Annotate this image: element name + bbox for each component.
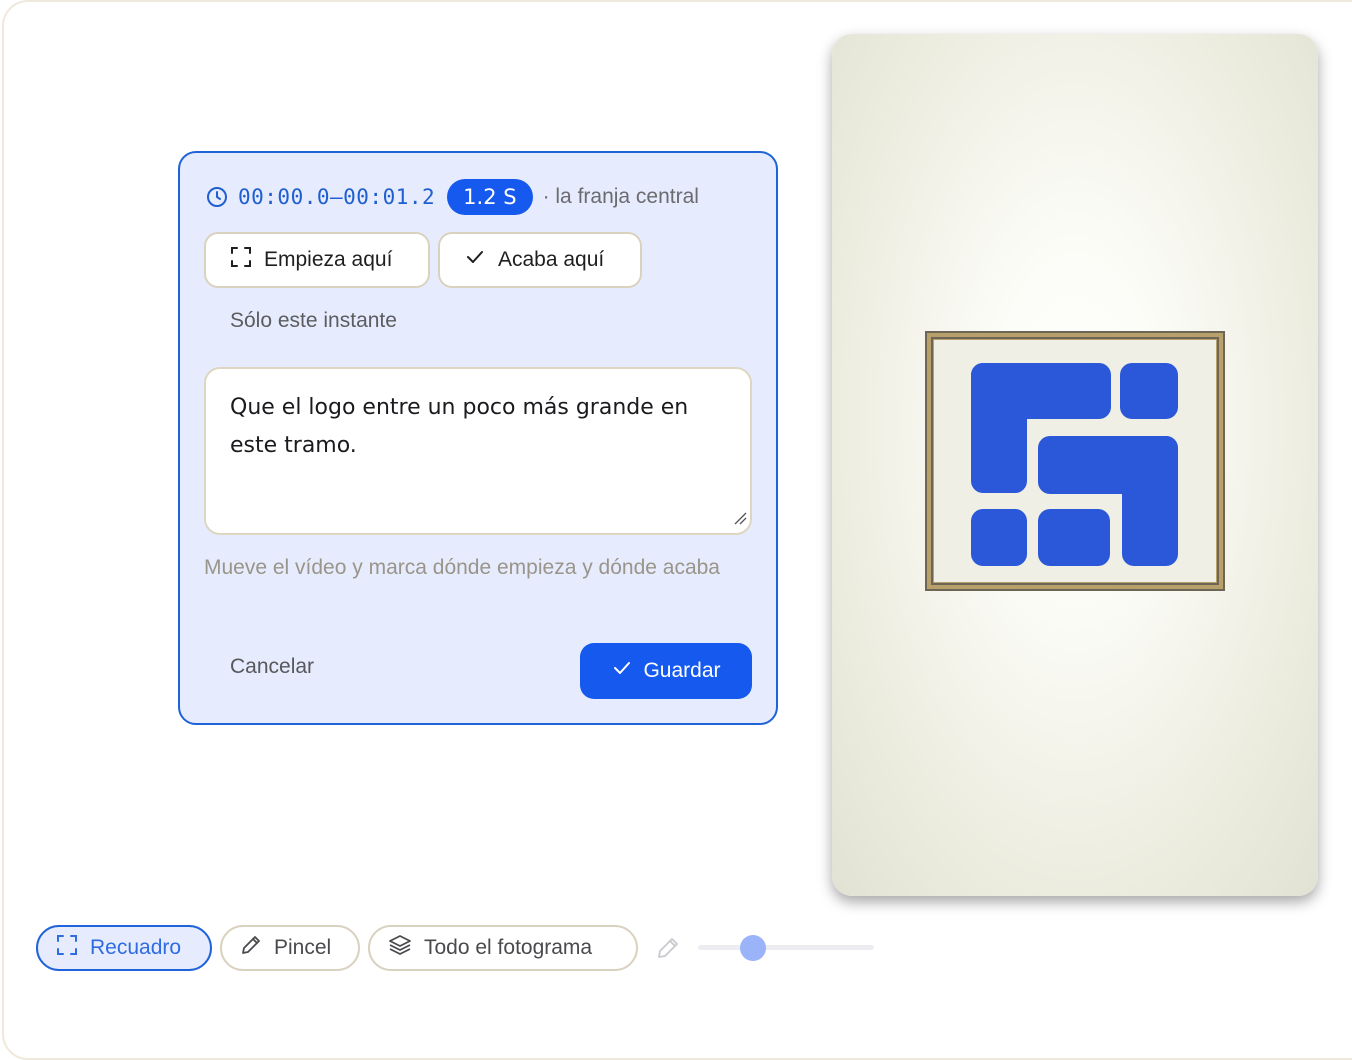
tool-brush-label: Pincel bbox=[274, 936, 332, 959]
tool-whole-frame-label: Todo el fotograma bbox=[424, 936, 593, 959]
check-icon bbox=[611, 657, 633, 685]
cancel-button[interactable]: Cancelar bbox=[230, 655, 314, 679]
layers-icon bbox=[388, 934, 412, 962]
clock-icon bbox=[206, 186, 228, 208]
start-here-label: Empieza aquí bbox=[264, 248, 393, 271]
logo-image bbox=[925, 331, 1225, 591]
brush-size-slider-thumb[interactable] bbox=[739, 935, 766, 961]
note-textarea[interactable]: Que el logo entre un poco más grande en … bbox=[206, 369, 750, 533]
instant-only-button[interactable]: Sólo este instante bbox=[230, 309, 397, 333]
start-here-button[interactable]: Empieza aquí bbox=[204, 232, 430, 288]
tool-brush[interactable]: Pincel bbox=[220, 925, 360, 971]
save-button[interactable]: Guardar bbox=[580, 643, 752, 699]
note-field-wrapper: Que el logo entre un poco más grande en … bbox=[204, 367, 752, 535]
video-preview[interactable] bbox=[832, 34, 1318, 896]
resize-grip-icon[interactable] bbox=[732, 510, 748, 531]
brush-size-slider-track[interactable] bbox=[698, 945, 874, 950]
time-range: 00:00.0–00:01.2 bbox=[238, 185, 436, 209]
save-label: Guardar bbox=[643, 659, 721, 682]
help-hint: Mueve el vídeo y marca dónde empieza y d… bbox=[204, 556, 720, 579]
tool-box-label: Recuadro bbox=[90, 936, 182, 959]
brush-size-icon bbox=[656, 936, 680, 965]
end-here-button[interactable]: Acaba aquí bbox=[438, 232, 642, 288]
frame-corners-icon bbox=[56, 934, 78, 962]
tool-whole-frame[interactable]: Todo el fotograma bbox=[368, 925, 638, 971]
brush-icon bbox=[240, 934, 262, 962]
check-icon bbox=[464, 246, 486, 274]
segment-time-row: 00:00.0–00:01.2 1.2 S · la franja centra… bbox=[206, 177, 699, 217]
end-here-label: Acaba aquí bbox=[498, 248, 605, 271]
segment-popover: 00:00.0–00:01.2 1.2 S · la franja centra… bbox=[178, 151, 778, 725]
duration-badge: 1.2 S bbox=[447, 179, 533, 215]
frame-corners-icon bbox=[230, 246, 252, 274]
region-label: · la franja central bbox=[542, 185, 699, 208]
tool-box-select[interactable]: Recuadro bbox=[36, 925, 212, 971]
